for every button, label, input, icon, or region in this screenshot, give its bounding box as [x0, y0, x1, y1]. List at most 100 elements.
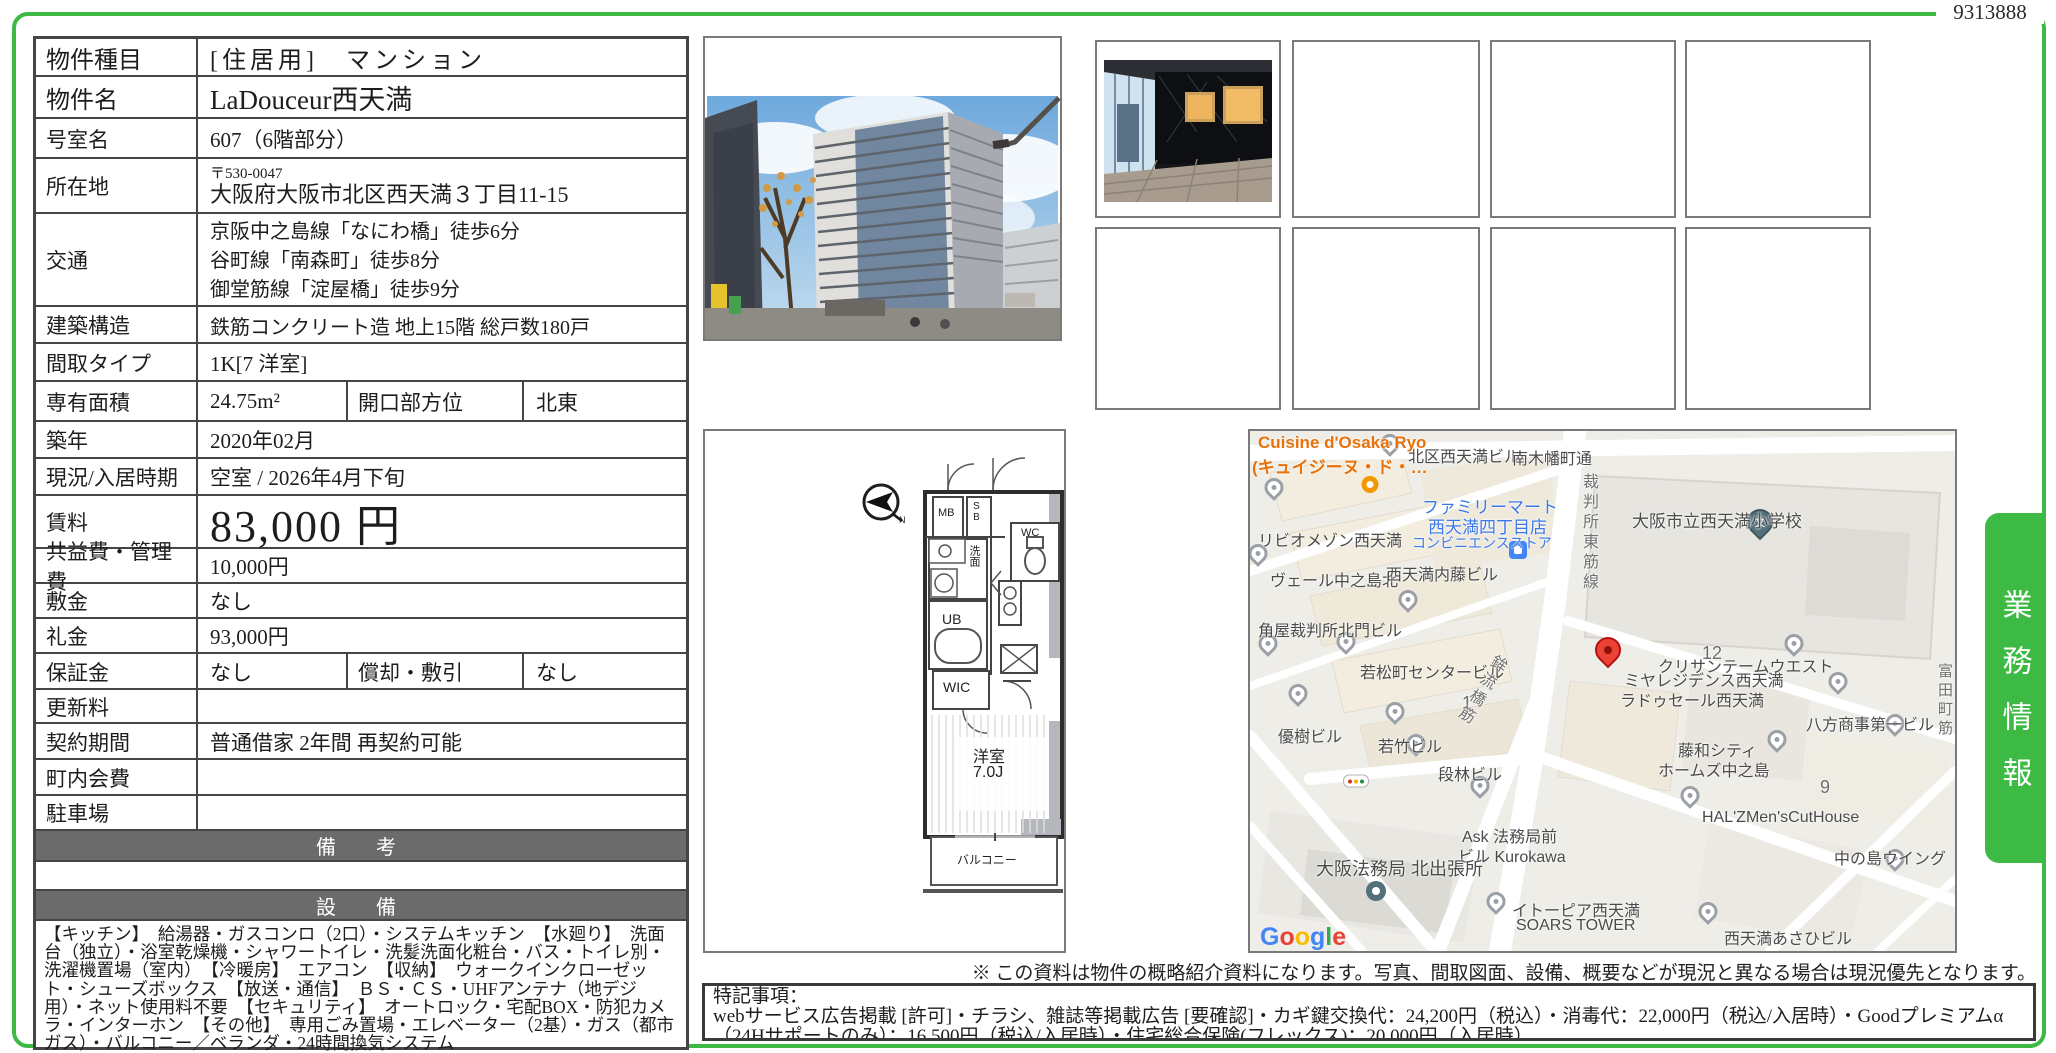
map-label: ラドゥセール西天満	[1620, 693, 1765, 710]
map-label: 西天満あさひビル	[1724, 931, 1853, 948]
row-value: LaDouceur西天満	[210, 85, 413, 115]
row-value: 2020年02月	[210, 429, 315, 453]
map-label: 富田町筋	[1936, 663, 1953, 739]
map-label: 八方商事第一ビル	[1806, 717, 1935, 734]
row-label: 現況/入居時期	[36, 459, 198, 494]
row-label-2: 償却・敷引	[346, 654, 524, 688]
photo-box-empty	[1685, 227, 1871, 410]
map-pin-icon	[1394, 586, 1422, 613]
google-logo-letter: o	[1279, 923, 1295, 951]
fp-label-balcony: バルコニー	[957, 853, 1017, 867]
map-pin-icon	[1676, 782, 1704, 809]
row-value	[198, 796, 686, 829]
map-label: (キュイジーヌ・ド・…	[1252, 458, 1428, 477]
row-label: 保証金	[36, 654, 198, 688]
map-label: 段林ビル	[1438, 767, 1503, 784]
row-value: 10,000円	[210, 555, 289, 579]
fp-label-sb: SB	[971, 501, 982, 523]
map-label: 北区西天満ビル	[1408, 449, 1521, 466]
table-row: 礼金 93,000円	[36, 619, 686, 654]
table-row: 町内会費	[36, 760, 686, 796]
map-pin-icon	[1260, 474, 1288, 501]
map-label: ホームズ中之島	[1658, 763, 1770, 780]
map-label: 南木幡町通	[1512, 451, 1593, 468]
row-value: 93,000円	[210, 625, 289, 649]
fp-label-wc: WC	[1021, 527, 1040, 539]
row-label: 町内会費	[36, 760, 198, 794]
row-label: 駐車場	[36, 796, 198, 829]
photo-box-empty	[1685, 40, 1871, 218]
address-line: 大阪府大阪市北区西天満３丁目11-15	[210, 182, 569, 207]
row-label: 敷金	[36, 584, 198, 617]
transport-lines: 京阪中之島線「なにわ橋」徒歩6分 谷町線「南森町」徒歩8分 御堂筋線「淀屋橋」徒歩9…	[210, 216, 520, 305]
remarks-header: 備 考	[36, 831, 686, 862]
floorplan-drawing	[862, 457, 1064, 893]
fp-label-mb: MB	[938, 507, 955, 519]
table-row: 物件種目 [住居用] マンション	[36, 39, 686, 77]
table-row: 交通 京阪中之島線「なにわ橋」徒歩6分 谷町線「南森町」徒歩8分 御堂筋線「淀屋橋」…	[36, 214, 686, 307]
table-row: 駐車場	[36, 796, 686, 831]
google-logo-letter: G	[1260, 923, 1280, 951]
google-logo-letter: e	[1332, 923, 1347, 951]
equipment-header: 設 備	[36, 891, 686, 921]
fp-label-senmen: 洗面	[968, 545, 980, 567]
table-row: 更新料	[36, 690, 686, 724]
postal-code: 〒530-0047	[210, 166, 283, 182]
row-label-2: 開口部方位	[346, 382, 524, 420]
row-value-2: なし	[536, 660, 578, 685]
transport-line: 御堂筋線「淀屋橋」徒歩9分	[210, 278, 460, 301]
row-value: 鉄筋コンクリート造 地上15階 総戸数180戸	[210, 316, 590, 339]
map-label: リビオメゾン西天満	[1258, 533, 1403, 550]
map-pin-icon	[1284, 680, 1312, 707]
transport-line: 谷町線「南森町」徒歩8分	[210, 249, 440, 272]
row-label: 礼金	[36, 619, 198, 652]
map-label: 優樹ビル	[1278, 729, 1343, 746]
photo-box-empty	[1490, 40, 1676, 218]
row-value: なし	[210, 590, 252, 614]
row-label: 物件名	[36, 77, 198, 117]
map-label: 裁判所東筋線	[1580, 473, 1597, 593]
map-label: 角屋裁判所北門ビル	[1258, 623, 1403, 640]
map-pin-icon	[1482, 888, 1510, 915]
row-label: 所在地	[36, 159, 198, 212]
row-label: 号室名	[36, 119, 198, 157]
table-row: 共益費・管理費 10,000円	[36, 540, 686, 594]
table-row: 物件名 LaDouceur西天満	[36, 77, 686, 119]
google-logo: Google	[1260, 923, 1347, 951]
building-exterior-photo	[705, 38, 1060, 339]
google-logo-letter: g	[1310, 923, 1326, 951]
table-row: 所在地 〒530-0047 大阪府大阪市北区西天満３丁目11-15	[36, 159, 686, 214]
map-label: Cuisine d'Osaka Ryo	[1258, 433, 1427, 452]
map-label: 若竹ビル	[1378, 739, 1443, 756]
map-label: 大阪市立西天満小学校	[1632, 512, 1802, 531]
row-label: 交通	[36, 214, 198, 305]
fp-north-label: N	[899, 515, 906, 525]
photo-box-empty	[1292, 227, 1480, 410]
remarks-value	[36, 862, 686, 891]
map-pin-icon	[1763, 726, 1791, 753]
map-label: 大阪法務局 北出張所	[1316, 859, 1484, 879]
row-label: 建築構造	[36, 307, 198, 342]
table-row: 契約期間 普通借家 2年間 再契約可能	[36, 724, 686, 760]
row-label: 契約期間	[36, 724, 198, 758]
transport-line: 京阪中之島線「なにわ橋」徒歩6分	[210, 220, 520, 243]
fp-label-room-size: 7.0J	[973, 764, 1004, 781]
row-value	[198, 760, 686, 794]
map-label: コンビニエンスストア	[1412, 535, 1552, 551]
property-location-pin	[1589, 631, 1627, 669]
table-row: 敷金 なし	[36, 584, 686, 619]
map-label: ヴェール中之島北	[1270, 573, 1399, 590]
fp-label-wic: WIC	[943, 679, 971, 695]
row-value: 24.75m²	[210, 389, 280, 413]
row-label: 間取タイプ	[36, 344, 198, 380]
row-value: なし	[210, 660, 252, 685]
map-label: HAL'ZMen'sCutHouse	[1702, 809, 1860, 826]
equipment-text: 【キッチン】 給湯器・ガスコンロ（2口）・システムキッチン 【水廻り】 洗面台（…	[44, 924, 674, 1053]
traffic-light-icon	[1343, 774, 1369, 788]
table-row: 専有面積 24.75m² 開口部方位 北東	[36, 382, 686, 422]
table-row: 号室名 607（6階部分）	[36, 119, 686, 159]
fp-label-ub: UB	[942, 611, 962, 627]
map-label: 西天満内藤ビル	[1386, 567, 1499, 584]
table-row: 保証金 なし 償却・敷引 なし	[36, 654, 686, 690]
special-notes-box: 特記事項： webサービス広告掲載 [許可]・チラシ、雑誌等掲載広告 [要確認]…	[702, 983, 2036, 1041]
